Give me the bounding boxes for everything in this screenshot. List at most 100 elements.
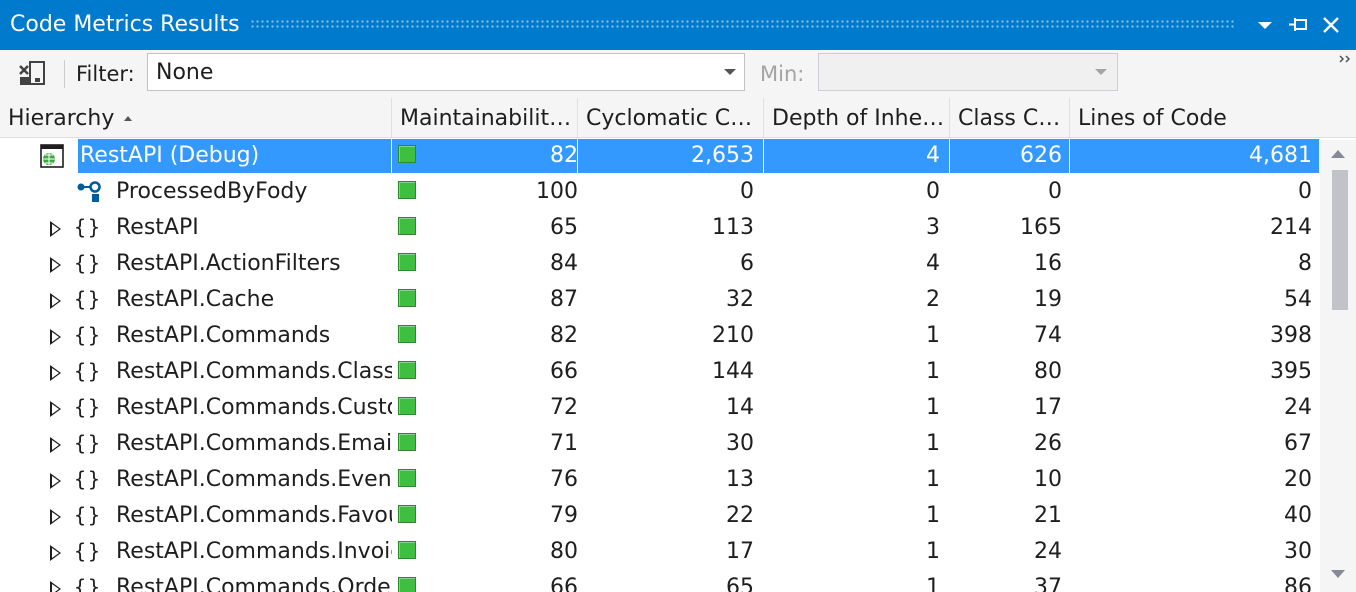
expand-chevron-icon[interactable] <box>50 437 61 453</box>
table-row[interactable]: {} RestAPI.Commands.Emails 71 30 1 26 67 <box>0 426 1320 462</box>
expand-chevron-icon[interactable] <box>50 473 61 489</box>
table-row[interactable]: ProcessedByFody 100 0 0 0 0 <box>0 174 1320 210</box>
namespace-icon: {} <box>74 539 103 563</box>
expand-chevron-icon[interactable] <box>50 257 61 273</box>
metric-cell-cco: 19 <box>1034 287 1062 312</box>
metric-cell-cc: 0 <box>740 179 754 204</box>
maintainability-indicator-icon <box>398 181 416 199</box>
metric-cell-doi: 1 <box>926 575 940 592</box>
table-row[interactable]: {} RestAPI.Commands 82 210 1 74 398 <box>0 318 1320 354</box>
metric-cell-cco: 80 <box>1034 359 1062 384</box>
metrics-toolbar: Filter: None Min: <box>0 50 1356 98</box>
metric-cell-mi: 80 <box>550 539 578 564</box>
metric-cell-loc: 395 <box>1270 359 1312 384</box>
metric-cell-cc: 32 <box>726 287 754 312</box>
column-header-maintainability[interactable]: Maintainability... <box>392 98 578 138</box>
close-icon[interactable] <box>1318 12 1344 38</box>
collapse-chevron-icon[interactable] <box>10 152 19 161</box>
table-row[interactable]: {} RestAPI.Commands.Classif 66 144 1 80 395 <box>0 354 1320 390</box>
maintainability-indicator-icon <box>398 325 416 343</box>
metric-cell-doi: 4 <box>926 143 940 168</box>
expand-chevron-icon[interactable] <box>50 509 61 525</box>
expand-chevron-icon[interactable] <box>50 581 61 592</box>
expand-chevron-icon[interactable] <box>50 293 61 309</box>
maintainability-indicator-icon <box>398 505 416 523</box>
table-row[interactable]: {} RestAPI.Commands.Order 66 65 1 37 86 <box>0 570 1320 592</box>
node-name: RestAPI.Commands <box>116 323 331 348</box>
metric-cell-cc: 17 <box>726 539 754 564</box>
metric-cell-mi: 65 <box>550 215 578 240</box>
table-row[interactable]: {} RestAPI.Commands.Favou 79 22 1 21 40 <box>0 498 1320 534</box>
metric-cell-mi: 72 <box>550 395 578 420</box>
filter-dropdown[interactable]: None <box>147 53 745 91</box>
metric-cell-doi: 1 <box>926 539 940 564</box>
tool-window-titlebar[interactable]: Code Metrics Results <box>0 0 1356 50</box>
table-row[interactable]: {} RestAPI 65 113 3 165 214 <box>0 210 1320 246</box>
toolbar-separator <box>64 60 65 88</box>
column-header-depth-of-inheritance[interactable]: Depth of Inher... <box>764 98 950 138</box>
metric-cell-cco: 10 <box>1034 467 1062 492</box>
metric-cell-cc: 65 <box>726 575 754 592</box>
namespace-icon: {} <box>74 323 103 347</box>
table-row[interactable]: {} RestAPI.Commands.Invoic 80 17 1 24 30 <box>0 534 1320 570</box>
metric-cell-cc: 113 <box>712 215 754 240</box>
metric-cell-mi: 84 <box>550 251 578 276</box>
metric-cell-cc: 30 <box>726 431 754 456</box>
node-name: RestAPI.Commands.Invoic <box>116 539 392 564</box>
expand-chevron-icon[interactable] <box>50 329 61 345</box>
window-position-dropdown-icon[interactable] <box>1252 12 1278 38</box>
column-header-cyclomatic[interactable]: Cyclomatic Co... <box>578 98 764 138</box>
expand-chevron-icon[interactable] <box>50 365 61 381</box>
vertical-scrollbar[interactable] <box>1320 140 1356 592</box>
metric-cell-loc: 214 <box>1270 215 1312 240</box>
table-row[interactable]: {} RestAPI.Commands.Events 76 13 1 10 20 <box>0 462 1320 498</box>
metric-cell-cco: 165 <box>1020 215 1062 240</box>
column-header-hierarchy[interactable]: Hierarchy <box>0 98 392 138</box>
scroll-down-icon[interactable] <box>1331 570 1345 578</box>
metric-cell-loc: 8 <box>1298 251 1312 276</box>
namespace-icon: {} <box>74 287 103 311</box>
min-dropdown[interactable] <box>818 53 1118 91</box>
auto-hide-pin-icon[interactable] <box>1286 12 1312 38</box>
metric-cell-cco: 24 <box>1034 539 1062 564</box>
metrics-grid: Hierarchy Maintainability... Cyclomatic … <box>0 98 1356 592</box>
expand-chevron-icon[interactable] <box>50 401 61 417</box>
node-name: RestAPI (Debug) <box>80 143 260 168</box>
metric-cell-mi: 87 <box>550 287 578 312</box>
metric-cell-loc: 4,681 <box>1249 143 1312 168</box>
filter-selected-value: None <box>156 60 214 85</box>
metric-cell-doi: 1 <box>926 467 940 492</box>
metric-cell-doi: 3 <box>926 215 940 240</box>
column-header-class-coupling[interactable]: Class Co... <box>950 98 1070 138</box>
metric-cell-cc: 144 <box>712 359 754 384</box>
expand-chevron-icon[interactable] <box>50 221 61 237</box>
metric-cell-doi: 1 <box>926 503 940 528</box>
column-header-lines-of-code[interactable]: Lines of Code <box>1070 98 1356 138</box>
grid-header: Hierarchy Maintainability... Cyclomatic … <box>0 98 1356 138</box>
metric-cell-doi: 1 <box>926 395 940 420</box>
namespace-icon: {} <box>74 575 103 592</box>
namespace-icon: {} <box>74 215 103 239</box>
metric-cell-mi: 66 <box>550 359 578 384</box>
metric-cell-doi: 4 <box>926 251 940 276</box>
titlebar-grip[interactable] <box>250 19 1236 29</box>
table-row[interactable]: {} RestAPI.ActionFilters 84 6 4 16 8 <box>0 246 1320 282</box>
attribute-type-icon <box>77 181 101 202</box>
scrollbar-thumb[interactable] <box>1332 170 1348 310</box>
min-label: Min: <box>760 62 805 86</box>
table-row[interactable]: RestAPI (Debug) 82 2,653 4 626 4,681 <box>0 138 1320 174</box>
chevron-down-icon <box>1095 69 1107 75</box>
calculate-metrics-icon[interactable] <box>17 58 49 90</box>
chevron-down-icon <box>724 69 736 75</box>
expand-chevron-icon[interactable] <box>50 545 61 561</box>
metric-cell-loc: 0 <box>1298 179 1312 204</box>
metric-cell-doi: 1 <box>926 359 940 384</box>
table-row[interactable]: {} RestAPI.Commands.Custor 72 14 1 17 24 <box>0 390 1320 426</box>
metric-cell-mi: 71 <box>550 431 578 456</box>
scroll-up-icon[interactable] <box>1331 150 1345 158</box>
metric-cell-doi: 1 <box>926 431 940 456</box>
table-row[interactable]: {} RestAPI.Cache 87 32 2 19 54 <box>0 282 1320 318</box>
node-name: RestAPI.Commands.Classif <box>116 359 392 384</box>
toolbar-overflow-icon[interactable] <box>1338 54 1352 66</box>
metric-cell-mi: 100 <box>536 179 578 204</box>
